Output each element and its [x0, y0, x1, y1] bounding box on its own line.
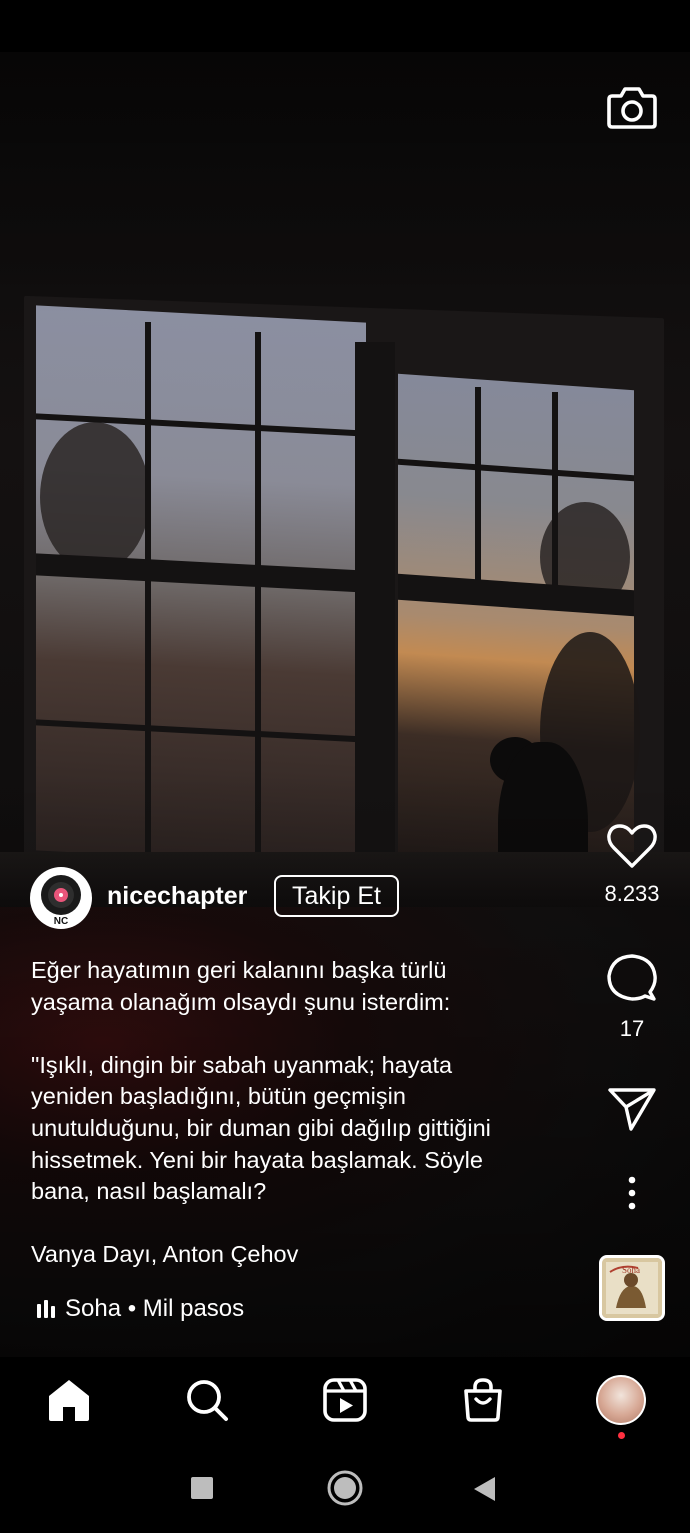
svg-text:NC: NC	[54, 916, 68, 927]
nav-profile[interactable]	[591, 1375, 651, 1425]
author-avatar[interactable]: NC	[30, 867, 92, 929]
album-art-image: Soha	[602, 1258, 662, 1318]
more-vertical-icon	[628, 1176, 636, 1210]
shop-icon	[464, 1378, 502, 1422]
comment-icon	[607, 954, 657, 1001]
profile-avatar	[596, 1375, 646, 1425]
triangle-back-icon[interactable]	[472, 1475, 498, 1503]
caption-line: yeniden başladığını, bütün geçmişin	[31, 1083, 406, 1110]
like-button[interactable]: 8.233	[592, 823, 672, 907]
nav-home[interactable]	[39, 1375, 99, 1425]
square-icon[interactable]	[190, 1476, 214, 1500]
home-icon	[49, 1380, 89, 1421]
caption-line: bana, nasıl başlamalı?	[31, 1178, 267, 1205]
system-navigation-bar	[0, 1442, 690, 1533]
comment-button[interactable]: 17	[592, 952, 672, 1042]
heart-icon	[607, 824, 657, 868]
search-icon	[187, 1380, 228, 1421]
bottom-navigation	[0, 1357, 690, 1442]
circle-icon[interactable]	[326, 1469, 364, 1507]
nav-shop[interactable]	[453, 1375, 513, 1425]
like-count[interactable]: 8.233	[592, 881, 672, 907]
more-options-button[interactable]	[592, 1176, 672, 1210]
author-username[interactable]: nicechapter	[107, 882, 247, 911]
post-caption[interactable]: Eğer hayatımın geri kalanını başka türlü…	[31, 955, 576, 1271]
nav-reels[interactable]	[315, 1375, 375, 1425]
vinyl-record-icon: NC	[32, 869, 90, 927]
status-bar	[0, 0, 690, 52]
audio-bars-icon	[37, 1300, 55, 1318]
follow-button[interactable]: Takip Et	[274, 875, 399, 917]
send-icon	[608, 1088, 656, 1131]
caption-line: hissetmek. Yeni bir hayata başlamak. Söy…	[31, 1146, 483, 1173]
audio-album-art[interactable]: Soha	[599, 1255, 665, 1321]
notification-dot	[618, 1432, 625, 1439]
caption-line: yaşama olanağım olsaydı şunu isterdim:	[31, 988, 451, 1015]
share-button[interactable]	[592, 1086, 672, 1132]
caption-line: unutulduğunu, bir duman gibi dağılıp git…	[31, 1114, 491, 1141]
svg-text:Soha: Soha	[622, 1265, 640, 1275]
audio-attribution[interactable]: Soha • Mil pasos	[37, 1295, 244, 1323]
audio-title: Soha • Mil pasos	[65, 1295, 245, 1322]
reels-icon	[323, 1378, 367, 1422]
comment-count[interactable]: 17	[592, 1016, 672, 1042]
caption-line: Eğer hayatımın geri kalanını başka türlü	[31, 957, 447, 983]
nav-search[interactable]	[177, 1375, 237, 1425]
caption-line: Vanya Dayı, Anton Çehov	[31, 1241, 299, 1268]
caption-line: "Işıklı, dingin bir sabah uyanmak; hayat…	[31, 1051, 453, 1078]
camera-icon[interactable]	[606, 84, 658, 130]
